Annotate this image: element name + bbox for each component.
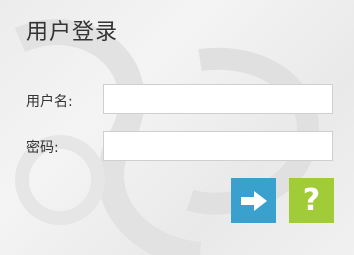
login-button[interactable] xyxy=(231,178,276,223)
password-label: 密码: xyxy=(26,140,59,156)
page-title: 用户登录 xyxy=(26,20,119,45)
help-button[interactable]: ? xyxy=(289,178,334,223)
arrow-right-icon xyxy=(240,190,267,211)
username-label: 用户名: xyxy=(26,94,73,110)
login-panel: 用户登录 用户名: 密码: ? xyxy=(0,0,354,255)
password-input[interactable] xyxy=(103,131,333,161)
username-input[interactable] xyxy=(103,84,333,114)
question-mark-icon: ? xyxy=(302,182,321,218)
